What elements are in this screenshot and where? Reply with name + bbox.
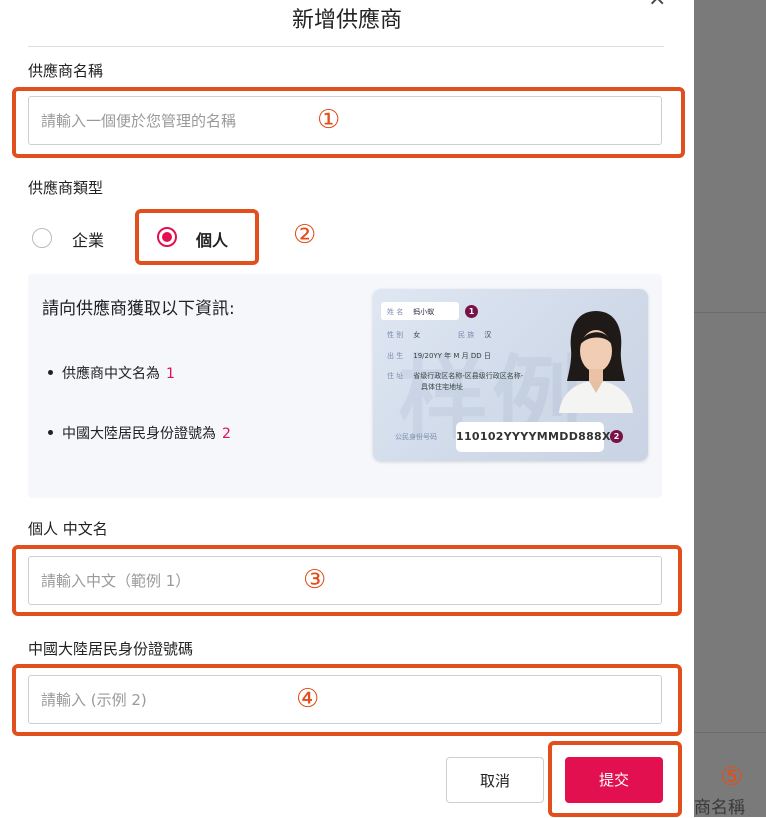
info-bullet-ref: 1	[166, 366, 175, 382]
annotation-step-5: ⑤	[720, 762, 744, 792]
id-card-birth-row: 出 生 19/20YY 年 M 月 DD 日	[387, 352, 491, 360]
annotation-box-5	[548, 741, 682, 817]
id-card-photo	[559, 311, 633, 413]
id-number-label: 中國大陸居民身份證號碼	[28, 640, 194, 658]
info-panel-title: 請向供應商獲取以下資訊:	[42, 299, 235, 319]
chinese-name-label: 個人 中文名	[28, 520, 108, 538]
background-overlay	[694, 0, 766, 817]
annotation-box-1	[12, 87, 685, 158]
modal-title: 新增供應商	[291, 8, 402, 33]
info-bullet: 供應商中文名為 1	[48, 363, 175, 383]
annotation-step-2: ②	[293, 220, 317, 250]
radio-enterprise-label[interactable]: 企業	[72, 227, 104, 251]
annotation-step-4: ④	[296, 684, 320, 714]
supplier-name-label: 供應商名稱	[28, 62, 104, 80]
supplier-type-label: 供應商類型	[28, 179, 104, 197]
id-card-number: 110102YYYYMMDD888X	[456, 422, 610, 452]
background-column-label: 商名稱	[694, 798, 745, 818]
info-bullet: 中國大陸居民身份證號為 2	[48, 423, 231, 443]
id-card-address-row: 住 址省级行政区名称-区县级行政区名称-	[387, 372, 524, 380]
annotation-step-3: ③	[303, 565, 327, 595]
radio-enterprise[interactable]	[32, 228, 52, 248]
id-card-badge-2: 2	[610, 430, 623, 443]
cancel-button[interactable]: 取消	[446, 757, 544, 803]
annotation-box-4	[12, 664, 682, 736]
annotation-step-1: ①	[317, 105, 341, 135]
id-card-address-row-2: 具体住宅地址	[421, 383, 463, 391]
annotation-box-2	[135, 209, 259, 265]
close-icon[interactable]: ×	[648, 0, 666, 11]
annotation-box-3	[12, 545, 682, 616]
background-divider	[694, 732, 766, 733]
id-card-badge-1: 1	[465, 305, 478, 318]
info-bullet-ref: 2	[222, 426, 231, 442]
id-card-name-row: 姓 名蚂小蚁	[387, 308, 435, 316]
id-card-ethnic-row: 民 族汉	[458, 331, 492, 339]
id-card-illustration: 样例 姓 名蚂小蚁 1 性 别女 民 族汉 出 生 19/20YY 年 M 月 D…	[373, 289, 648, 461]
title-divider	[28, 46, 664, 47]
id-card-gender-row: 性 别女	[387, 331, 421, 339]
add-supplier-modal: 新增供應商 × 供應商名稱 ① 供應商類型 企業 個人 ② 請向供應商獲取以下資…	[0, 0, 694, 817]
background-divider	[694, 312, 766, 313]
id-card-number-label: 公民身份号码	[395, 433, 437, 441]
